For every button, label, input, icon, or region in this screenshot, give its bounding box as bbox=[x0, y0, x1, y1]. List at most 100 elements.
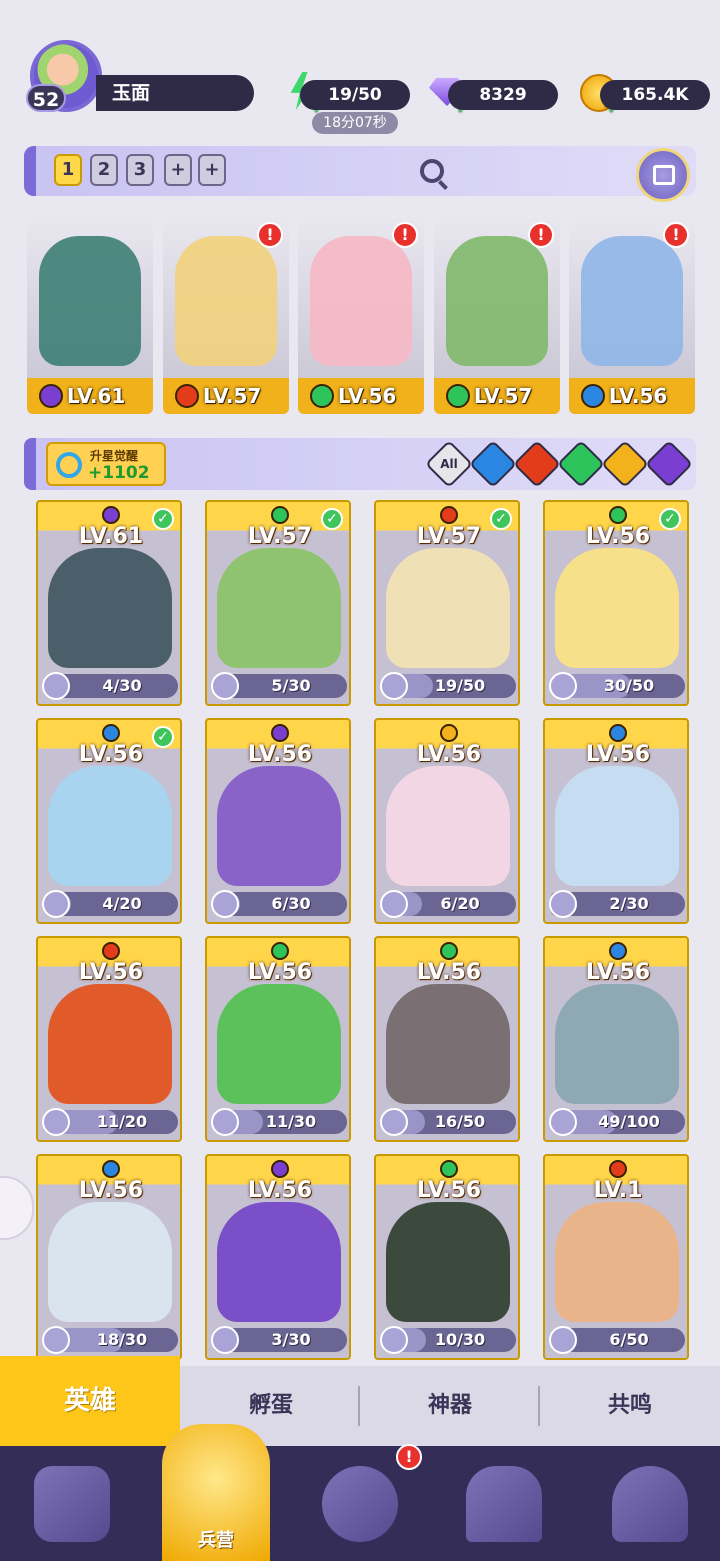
filter-dark-icon[interactable] bbox=[644, 439, 694, 489]
filter-fire-icon[interactable] bbox=[512, 439, 562, 489]
in-team-check-icon: ✓ bbox=[321, 508, 343, 530]
hero-card[interactable]: LV.56 10/30 bbox=[374, 1154, 520, 1360]
filter-all[interactable]: All bbox=[424, 439, 474, 489]
team-hero-card[interactable]: ! LV.56 bbox=[298, 216, 424, 414]
hero-portrait bbox=[217, 766, 341, 886]
key-icon bbox=[56, 452, 82, 478]
shard-count: 6/20 bbox=[440, 894, 480, 913]
wind-element-icon bbox=[609, 506, 627, 524]
hero-level: LV.56 bbox=[585, 742, 651, 767]
alert-badge: ! bbox=[663, 222, 689, 248]
shard-progress-bar: 19/50 bbox=[380, 672, 516, 700]
player-name[interactable]: 玉面 bbox=[96, 75, 254, 111]
fire-element-icon bbox=[102, 942, 120, 960]
tab-heroes[interactable]: 英雄 bbox=[0, 1356, 180, 1446]
shard-icon bbox=[549, 1108, 577, 1136]
wind-element-icon bbox=[271, 506, 289, 524]
team-hero-card[interactable]: ! LV.57 bbox=[434, 216, 560, 414]
hero-card[interactable]: LV.56 ✓ 30/50 bbox=[543, 500, 689, 706]
hero-card[interactable]: LV.56 11/30 bbox=[205, 936, 351, 1142]
hero-card[interactable]: LV.57 ✓ 5/30 bbox=[205, 500, 351, 706]
hero-card[interactable]: LV.1 6/50 bbox=[543, 1154, 689, 1360]
hero-portrait bbox=[386, 548, 510, 668]
hero-card[interactable]: LV.56 49/100 bbox=[543, 936, 689, 1142]
hero-portrait bbox=[310, 236, 412, 366]
shard-progress-bar: 49/100 bbox=[549, 1108, 685, 1136]
shard-count: 11/20 bbox=[96, 1112, 148, 1131]
hero-card[interactable]: LV.56 16/50 bbox=[374, 936, 520, 1142]
nav-map-icon[interactable] bbox=[322, 1466, 398, 1542]
water-element-icon bbox=[609, 724, 627, 742]
filter-water-icon[interactable] bbox=[468, 439, 518, 489]
wind-element-icon bbox=[310, 384, 334, 408]
gem-counter[interactable]: 8329 bbox=[448, 80, 558, 110]
shard-progress-bar: 5/30 bbox=[211, 672, 347, 700]
filter-wind-icon[interactable] bbox=[556, 439, 606, 489]
energy-timer: 18分07秒 bbox=[312, 112, 398, 134]
player-level-badge: 52 bbox=[26, 84, 66, 112]
shard-progress-bar: 11/20 bbox=[42, 1108, 178, 1136]
shard-count: 49/100 bbox=[598, 1112, 660, 1131]
share-button[interactable] bbox=[636, 148, 690, 202]
tab-artifacts[interactable]: 神器 bbox=[360, 1366, 540, 1446]
shard-icon bbox=[380, 1326, 408, 1354]
team-slot-2[interactable]: 2 bbox=[90, 154, 118, 186]
shard-icon bbox=[42, 890, 70, 918]
hero-card[interactable]: LV.56 2/30 bbox=[543, 718, 689, 924]
hero-level: LV.56 bbox=[247, 742, 313, 767]
hero-card[interactable]: LV.56 6/20 bbox=[374, 718, 520, 924]
shard-icon bbox=[549, 1326, 577, 1354]
hero-card[interactable]: LV.56 ✓ 4/20 bbox=[36, 718, 182, 924]
nav-shop-icon[interactable] bbox=[466, 1466, 542, 1542]
add-team-slot-button[interactable]: + bbox=[164, 154, 192, 186]
water-element-icon bbox=[609, 942, 627, 960]
hero-portrait bbox=[555, 766, 679, 886]
team-slot-1[interactable]: 1 bbox=[54, 154, 82, 186]
shard-count: 16/50 bbox=[434, 1112, 486, 1131]
hero-card[interactable]: LV.61 ✓ 4/30 bbox=[36, 500, 182, 706]
nav-guild-icon[interactable] bbox=[612, 1466, 688, 1542]
dark-element-icon bbox=[102, 506, 120, 524]
shard-icon bbox=[42, 1108, 70, 1136]
tab-resonance[interactable]: 共鸣 bbox=[540, 1366, 720, 1446]
energy-counter[interactable]: 19/50 bbox=[300, 80, 410, 110]
hero-portrait bbox=[217, 548, 341, 668]
shard-count: 19/50 bbox=[434, 676, 486, 695]
hero-portrait bbox=[48, 984, 172, 1104]
hero-level: LV.1 bbox=[593, 1178, 643, 1203]
in-team-check-icon: ✓ bbox=[152, 726, 174, 748]
nav-cards-icon[interactable] bbox=[34, 1466, 110, 1542]
hero-portrait bbox=[48, 766, 172, 886]
search-icon[interactable] bbox=[420, 159, 444, 183]
hero-portrait bbox=[555, 984, 679, 1104]
hero-card[interactable]: LV.56 11/20 bbox=[36, 936, 182, 1142]
team-hero-card[interactable]: ! LV.57 bbox=[163, 216, 289, 414]
shard-icon bbox=[42, 672, 70, 700]
bottom-nav bbox=[0, 1446, 720, 1561]
share-icon bbox=[653, 165, 675, 185]
fire-element-icon bbox=[440, 506, 458, 524]
shard-icon bbox=[42, 1326, 70, 1354]
shard-icon bbox=[380, 1108, 408, 1136]
hero-card[interactable]: LV.56 18/30 bbox=[36, 1154, 182, 1360]
team-hero-card[interactable]: ! LV.56 bbox=[569, 216, 695, 414]
hero-portrait bbox=[446, 236, 548, 366]
hero-level: LV.56 bbox=[609, 384, 668, 408]
coin-counter[interactable]: 165.4K bbox=[600, 80, 710, 110]
awaken-button[interactable]: 升星觉醒 +1102 bbox=[46, 442, 166, 486]
shard-count: 3/30 bbox=[271, 1330, 311, 1349]
hero-card[interactable]: LV.57 ✓ 19/50 bbox=[374, 500, 520, 706]
filter-light-icon[interactable] bbox=[600, 439, 650, 489]
shard-progress-bar: 4/20 bbox=[42, 890, 178, 918]
team-hero-card[interactable]: LV.61 bbox=[27, 216, 153, 414]
light-element-icon bbox=[440, 724, 458, 742]
shard-count: 11/30 bbox=[265, 1112, 317, 1131]
shard-count: 30/50 bbox=[603, 676, 655, 695]
team-slot-3[interactable]: 3 bbox=[126, 154, 154, 186]
hero-card[interactable]: LV.56 3/30 bbox=[205, 1154, 351, 1360]
add-team-slot-button[interactable]: + bbox=[198, 154, 226, 186]
floating-helper-avatar[interactable] bbox=[0, 1176, 34, 1240]
nav-barracks-label: 兵营 bbox=[198, 1530, 234, 1551]
hero-card[interactable]: LV.56 6/30 bbox=[205, 718, 351, 924]
filter-all-label: All bbox=[440, 457, 458, 471]
